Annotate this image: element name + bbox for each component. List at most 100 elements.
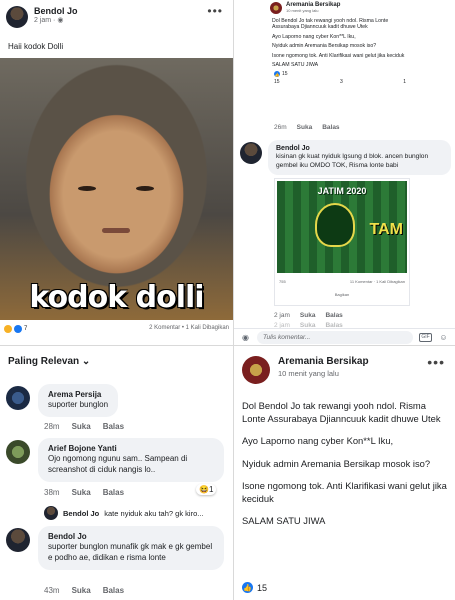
comment-thread-panel: Aremania Bersikap 10 menit yang lalu Dol… [234,0,455,345]
eye-shape [78,186,96,191]
post-caption: Haii kodok Dolli [8,42,64,51]
comment-actions: 26m Suka Balas [274,124,340,131]
shared-image-card[interactable]: JATIM 2020 TAM 755 11 Komentar · 1 Kali … [274,178,410,306]
eye-shape [136,186,154,191]
quoted-paragraph: Ayo Laporno nang cyber Kon**L Iku, [272,33,356,40]
shared-stats: 755 11 Komentar · 1 Kali Dibagikan [279,279,405,284]
comment-time: 43m [44,586,60,595]
reply-link[interactable]: Balas [103,586,124,595]
more-options-icon[interactable]: ••• [427,354,445,370]
like-link[interactable]: Suka [300,312,316,319]
share-button[interactable]: Bagikan [275,292,409,297]
chevron-down-icon: ⌄ [81,356,91,367]
comment-actions: 28m Suka Balas [44,422,124,431]
comment-actions: 2 jam Suka Balas [274,312,343,319]
comment-bubble: Bendol Jo suporter bunglon munafik gk ma… [38,526,224,570]
post-paragraph: Ayo Laporno nang cyber Kon**L Iku, [242,435,394,446]
stat-shares: 1 [403,79,406,86]
author-name[interactable]: Aremania Bersikap [278,356,369,367]
stat-likes: 15 [274,79,280,86]
comment-time: 26m [274,124,287,131]
avatar [270,2,282,14]
author-name[interactable]: Bendol Jo [34,6,78,16]
like-link[interactable]: Suka [72,488,91,497]
laugh-reaction-icon [4,325,12,333]
reaction-badge[interactable]: 😆1 [196,484,217,495]
reply-link[interactable]: Balas [103,422,124,431]
reply-link[interactable]: Balas [325,312,342,319]
quoted-likes: 👍 15 [270,71,410,78]
sort-label: Paling Relevan [8,356,80,367]
emoji-icon[interactable]: ☺ [438,332,449,343]
comment-text: Ojo ngomong ngunu sam.. Sampean di screa… [48,454,188,474]
comment-actions: 43m Suka Balas [44,586,124,595]
mouth-shape [102,228,130,233]
post-paragraph: Dol Bendol Jo tak rewangi yooh ndol. Ris… [242,400,441,424]
post-time: 10 menit yang lalu [278,369,339,378]
reply-link[interactable]: Balas [103,488,124,497]
comment: Arief Bojone Yanti Ojo ngomong ngunu sam… [6,438,224,482]
more-options-icon[interactable]: ••• [207,4,223,18]
post-meme: Bendol Jo 2 jam · ◉ ••• Haii kodok Dolli… [0,0,233,345]
like-count: 15 [257,582,268,593]
comment-bubble: Bendol Jo kisinan gk kuat nyiduk lgsung … [268,140,451,175]
quoted-paragraph: SALAM SATU JIWA [272,62,319,69]
like-link[interactable]: Suka [72,422,91,431]
shared-likes: 755 [279,279,286,284]
avatar[interactable] [6,386,30,410]
comment-text: kisinan gk kuat nyiduk lgsung d blok. an… [276,153,429,169]
laugh-reaction-icon: 😆 [199,485,209,494]
quoted-paragraph: Nyiduk admin Aremania Bersikap mosok iso… [272,43,377,50]
reaction-summary[interactable]: 👍 15 [242,582,267,593]
like-link[interactable]: Suka [297,124,313,131]
quoted-paragraph: Isone ngomong tok. Anti Klarifikasi wani… [272,52,405,59]
quoted-post-screenshot: Aremania Bersikap 10 menit yang lalu Dol… [270,0,410,120]
comment-bubble: Arema Persija suporter bunglon [38,384,119,417]
quoted-paragraph: Dol Bendol Jo tak rewangi yooh ndol. Ris… [272,18,389,31]
comment: Arema Persija suporter bunglon [6,384,119,417]
comment-author[interactable]: Bendol Jo [276,145,443,152]
comments-count[interactable]: 2 Komentar [149,325,180,331]
jatim-poster: JATIM 2020 TAM [277,181,407,273]
comment-text: suporter bunglon munafik gk mak e gk gem… [48,542,213,562]
poster-text: TAM [369,221,403,238]
avatar[interactable] [6,440,30,464]
meme-text: kodok dolli [29,280,204,315]
comments-panel: Paling Relevan ⌄ Arema Persija suporter … [0,346,233,600]
quoted-stats: 15 3 1 [270,79,410,85]
reply-preview[interactable]: Bendol Jo kate nyiduk aku tah? gk kiro..… [44,506,204,520]
comment-time: 38m [44,488,60,497]
avatar[interactable] [242,356,270,384]
reply-author: Bendol Jo [63,508,100,518]
post-stats: 7 2 Komentar • 1 Kali Dibagikan [4,325,229,333]
like-icon: 👍 [274,71,280,78]
quoted-body: Dol Bendol Jo tak rewangi yooh ndol. Ris… [270,18,410,68]
club-crest-icon [315,203,355,247]
reply-link[interactable]: Balas [322,124,339,131]
meme-photo[interactable]: kodok dolli [0,58,233,320]
post-paragraph: Nyiduk admin Aremania Bersikap mosok iso… [242,457,431,469]
reaction-count: 7 [24,326,28,332]
like-icon: 👍 [242,582,253,593]
gif-button[interactable]: GIF [419,332,432,342]
reaction-summary[interactable]: 7 [4,325,27,333]
post-header: Bendol Jo 2 jam · ◉ [6,6,78,28]
comment-time: 28m [44,422,60,431]
sort-dropdown[interactable]: Paling Relevan ⌄ [8,356,90,367]
shares-count[interactable]: 1 Kali Dibagikan [186,325,229,331]
post-paragraph: SALAM SATU JIWA [242,515,326,526]
comment-author[interactable]: Arief Bojone Yanti [48,444,214,453]
avatar[interactable] [6,6,28,28]
avatar[interactable] [240,142,262,164]
like-count: 15 [282,71,288,78]
quoted-post-header: Aremania Bersikap 10 menit yang lalu [270,0,410,14]
avatar[interactable] [6,528,30,552]
camera-icon[interactable]: ◉ [240,332,251,343]
like-link[interactable]: Suka [72,586,91,595]
comment-author[interactable]: Arema Persija [48,390,108,399]
post-body: Dol Bendol Jo tak rewangi yooh ndol. Ris… [242,400,447,538]
comment-input[interactable]: Tulis komentar... [257,330,413,344]
comment-author[interactable]: Bendol Jo [48,532,214,541]
post-time: 2 jam · ◉ [34,17,64,24]
comment-text: suporter bunglon [48,400,109,409]
